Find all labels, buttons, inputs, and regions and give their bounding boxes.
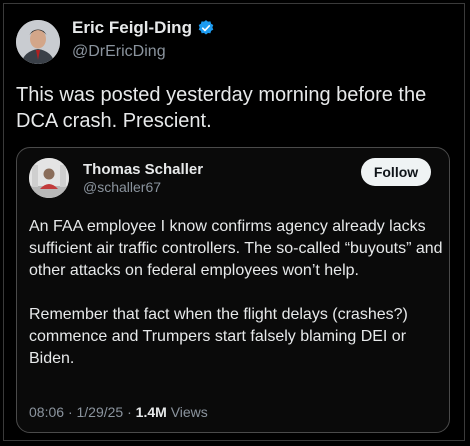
- views-count: 1.4M: [135, 404, 167, 420]
- quoted-author-handle[interactable]: @schaller67: [83, 179, 161, 195]
- meta-separator: ·: [67, 404, 73, 420]
- quoted-tweet[interactable]: Thomas Schaller @schaller67 Follow An FA…: [16, 147, 450, 433]
- verified-badge-icon: [198, 20, 214, 35]
- quoted-paragraph: Remember that fact when the flight delay…: [29, 306, 408, 367]
- meta-separator: ·: [127, 404, 132, 420]
- tweet-time[interactable]: 08:06: [29, 404, 64, 420]
- tweet-text: This was posted yesterday morning before…: [16, 84, 427, 132]
- author-avatar[interactable]: [16, 20, 60, 64]
- author-photo: [16, 20, 60, 64]
- author-name[interactable]: Eric Feigl-Ding: [72, 18, 192, 38]
- tweet-card: Eric Feigl-Ding @DrEricDing This was pos…: [3, 3, 465, 441]
- views-label: Views: [170, 404, 208, 420]
- quoted-author-avatar[interactable]: [29, 158, 69, 198]
- tweet-meta: 08:06 · 1/29/25 · 1.4M Views: [29, 404, 208, 420]
- author-handle[interactable]: @DrEricDing: [72, 43, 166, 61]
- quoted-tweet-body: An FAA employee I know confirms agency a…: [29, 216, 443, 370]
- quoted-author-name[interactable]: Thomas Schaller: [83, 161, 203, 178]
- tweet-date[interactable]: 1/29/25: [77, 404, 124, 420]
- quoted-author-photo: [29, 158, 69, 198]
- author-name-row: Eric Feigl-Ding: [72, 18, 215, 38]
- follow-button[interactable]: Follow: [361, 158, 431, 186]
- quoted-paragraph: An FAA employee I know confirms agency a…: [29, 218, 443, 279]
